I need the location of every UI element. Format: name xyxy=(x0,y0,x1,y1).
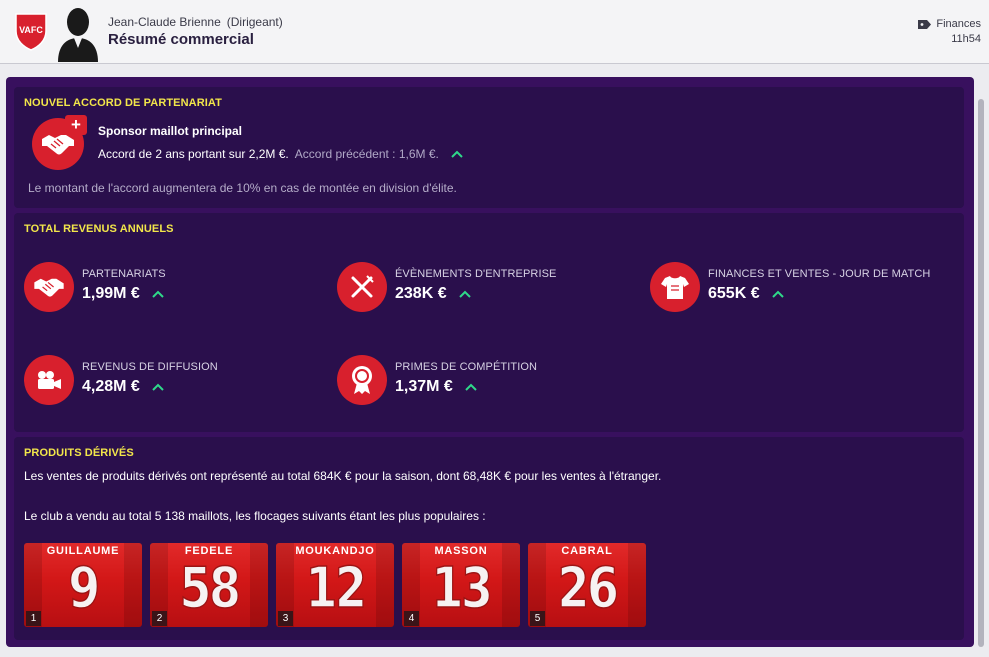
revenue-label-competition-prizes: PRIMES DE COMPÉTITION xyxy=(395,361,538,373)
revenue-panel: TOTAL REVENUS ANNUELS PARTENARIATS 1,99M… xyxy=(14,213,964,432)
merchandise-title: PRODUITS DÉRIVÉS xyxy=(24,447,134,459)
merchandise-panel: PRODUITS DÉRIVÉS Les ventes de produits … xyxy=(14,437,964,640)
trend-up-icon xyxy=(771,290,784,298)
person-info: Jean-Claude Brienne (Dirigeant) xyxy=(108,15,283,29)
shirt-number: 12 xyxy=(305,556,368,621)
shirt-card[interactable]: GUILLAUME 9 1 xyxy=(24,543,142,627)
shirt-card[interactable]: CABRAL 26 5 xyxy=(528,543,646,627)
revenue-value-partnerships: 1,99M € xyxy=(82,285,164,303)
sponsorship-panel: NOUVEL ACCORD DE PARTENARIAT + Sponsor m… xyxy=(14,87,964,208)
revenue-amount: 4,28M € xyxy=(82,378,140,395)
shirt-number: 58 xyxy=(179,556,242,621)
shirt-number: 9 xyxy=(68,556,101,621)
trend-up-icon xyxy=(458,290,471,298)
shirt-number: 13 xyxy=(431,556,494,621)
shirt-card[interactable]: FEDELE 58 2 xyxy=(150,543,268,627)
trend-up-icon xyxy=(465,383,477,391)
clock-time: 11h54 xyxy=(951,33,981,45)
deal-note: Le montant de l'accord augmentera de 10%… xyxy=(28,181,457,195)
deal-name: Sponsor maillot principal xyxy=(98,124,243,138)
trend-up-icon xyxy=(451,150,463,158)
header: VAFC Jean-Claude Brienne (Dirigeant) Résu… xyxy=(0,0,989,64)
revenue-label-corporate-events: ÉVÈNEMENTS D'ENTREPRISE xyxy=(395,268,557,280)
club-badge-text: VAFC xyxy=(19,25,43,35)
shirt-rank: 2 xyxy=(152,611,167,626)
breadcrumb[interactable]: Finances xyxy=(918,18,981,30)
rosette-icon xyxy=(337,355,387,405)
handshake-icon xyxy=(24,262,74,312)
trend-up-icon xyxy=(152,383,164,391)
page-title: Résumé commercial xyxy=(108,31,254,48)
revenue-value-corporate-events: 238K € xyxy=(395,285,471,303)
revenue-amount: 1,99M € xyxy=(82,285,140,302)
revenue-amount: 1,37M € xyxy=(395,378,453,395)
merchandise-sales-text: Les ventes de produits dérivés ont repré… xyxy=(24,469,662,483)
shirt-card[interactable]: MOUKANDJO 12 3 xyxy=(276,543,394,627)
camera-icon xyxy=(24,355,74,405)
shirt-rank: 3 xyxy=(278,611,293,626)
cutlery-icon xyxy=(337,262,387,312)
deal-terms: Accord de 2 ans portant sur 2,2M €. xyxy=(98,147,289,161)
plus-icon: + xyxy=(65,115,87,135)
shirt-number: 26 xyxy=(557,556,620,621)
shirt-rank: 1 xyxy=(26,611,41,626)
shirt-rank: 4 xyxy=(404,611,419,626)
revenue-title: TOTAL REVENUS ANNUELS xyxy=(24,223,174,235)
tag-icon xyxy=(918,19,932,29)
revenue-amount: 655K € xyxy=(708,285,760,302)
shirt-rank: 5 xyxy=(530,611,545,626)
revenue-value-broadcast: 4,28M € xyxy=(82,378,164,396)
shirt-icon xyxy=(650,262,700,312)
trend-up-icon xyxy=(152,290,164,298)
breadcrumb-label[interactable]: Finances xyxy=(936,18,981,30)
avatar[interactable] xyxy=(54,4,102,62)
sponsorship-title: NOUVEL ACCORD DE PARTENARIAT xyxy=(24,97,222,109)
deal-terms-line: Accord de 2 ans portant sur 2,2M €. Acco… xyxy=(98,147,463,161)
revenue-value-competition-prizes: 1,37M € xyxy=(395,378,477,396)
revenue-label-broadcast: REVENUS DE DIFFUSION xyxy=(82,361,218,373)
shirt-card[interactable]: MASSON 13 4 xyxy=(402,543,520,627)
person-role: (Dirigeant) xyxy=(226,15,283,29)
popular-shirts-list: GUILLAUME 9 1 FEDELE 58 2 MOUKANDJO 12 3… xyxy=(24,543,646,627)
revenue-amount: 238K € xyxy=(395,285,447,302)
revenue-label-partnerships: PARTENARIATS xyxy=(82,268,166,280)
person-name[interactable]: Jean-Claude Brienne xyxy=(108,15,221,29)
revenue-value-matchday: 655K € xyxy=(708,285,784,303)
revenue-label-matchday: FINANCES ET VENTES - JOUR DE MATCH xyxy=(708,268,931,280)
previous-deal: Accord précédent : 1,6M €. xyxy=(294,147,439,161)
club-badge-icon[interactable]: VAFC xyxy=(14,11,48,51)
scrollbar[interactable] xyxy=(978,99,984,647)
shirts-sold-text: Le club a vendu au total 5 138 maillots,… xyxy=(24,509,486,523)
